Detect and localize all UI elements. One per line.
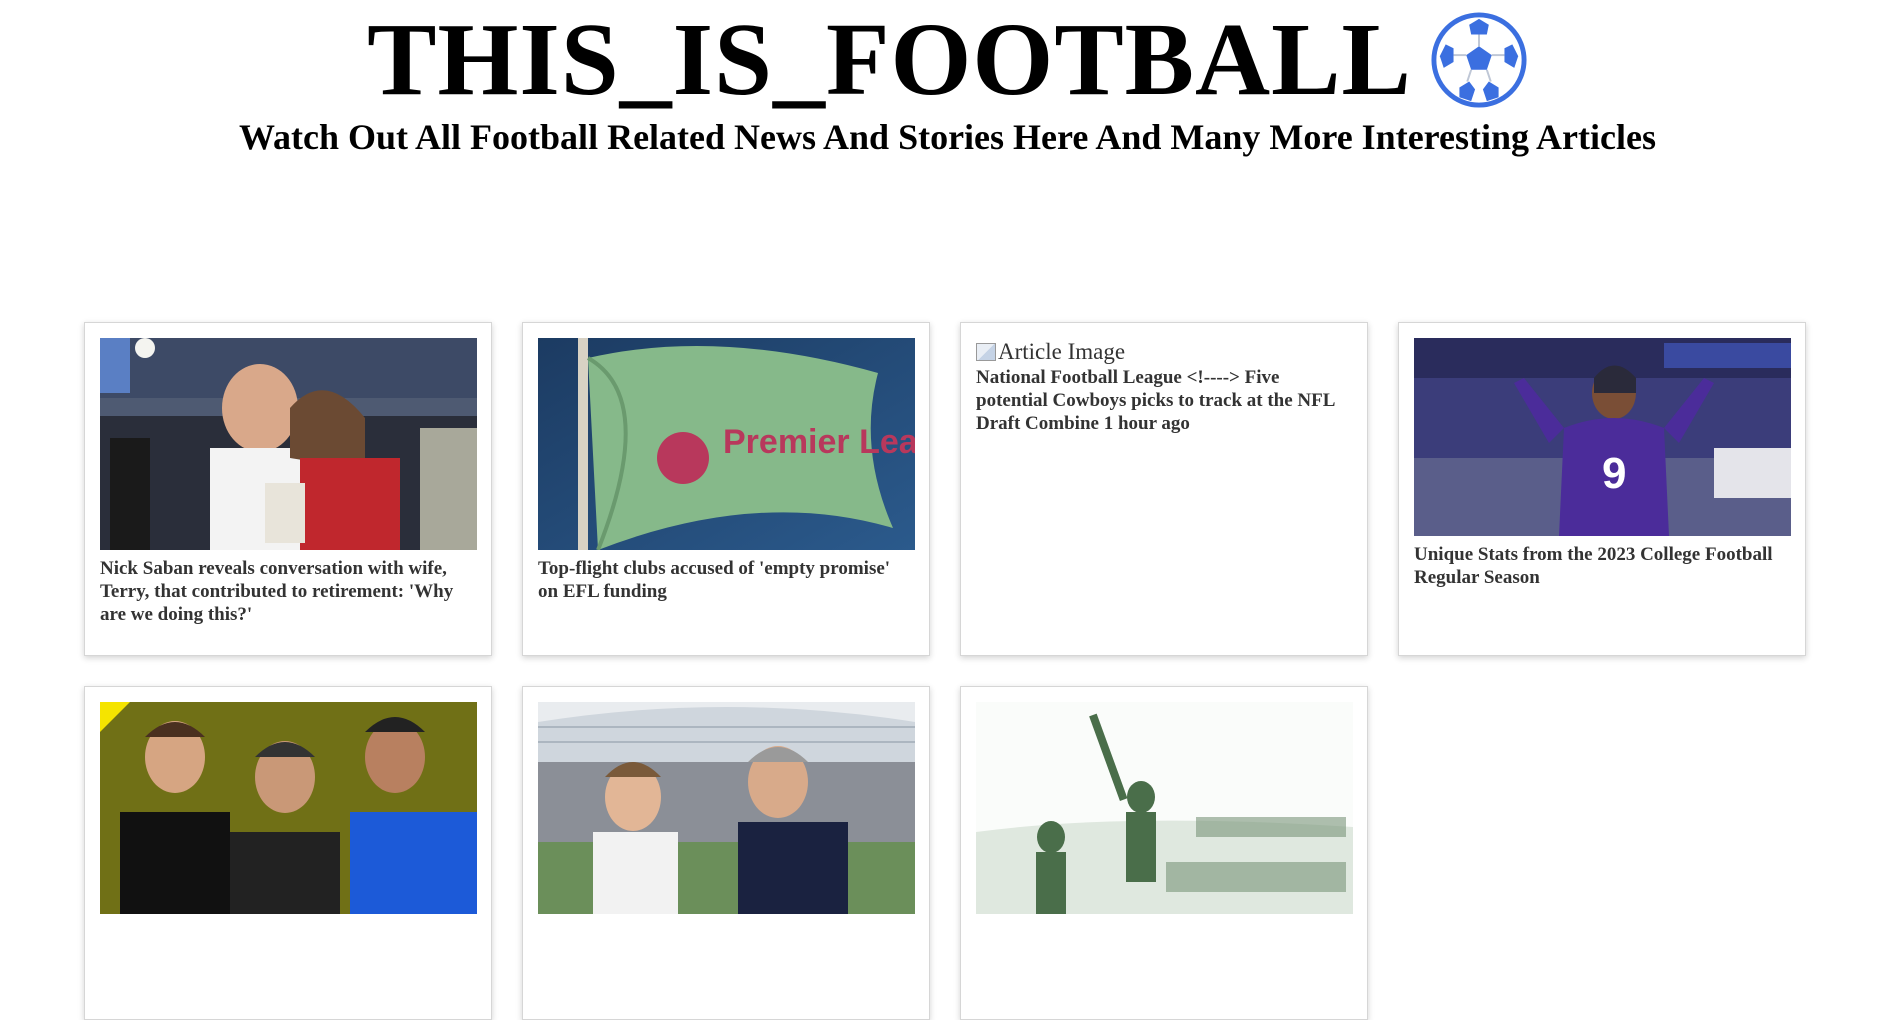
article-grid: Nick Saban reveals conversation with wif… [84, 322, 1806, 1020]
soccer-ball-icon [1430, 11, 1528, 109]
article-image[interactable] [100, 702, 477, 914]
article-title[interactable]: Unique Stats from the 2023 College Footb… [1414, 543, 1790, 589]
flag-text: Premier League [723, 423, 915, 461]
site-header: THIS_IS_FOOTBALL Watch Out All Football … [0, 0, 1895, 158]
article-image[interactable]: Premier League [538, 338, 915, 550]
article-card[interactable] [84, 686, 492, 1020]
site-tagline: Watch Out All Football Related News And … [239, 117, 1656, 157]
article-card[interactable] [522, 686, 930, 1020]
article-image[interactable]: 9 [1414, 338, 1791, 536]
article-title[interactable]: National Football League <!----> Five po… [976, 366, 1352, 435]
article-card[interactable]: Nick Saban reveals conversation with wif… [84, 322, 492, 656]
article-card[interactable]: Article Image National Football League <… [960, 322, 1368, 656]
broken-image-icon [976, 343, 996, 361]
article-card[interactable]: Premier League Top-flight clubs accused … [522, 322, 930, 656]
article-image-alt: Article Image [998, 339, 1126, 364]
jersey-number: 9 [1602, 449, 1626, 498]
article-image[interactable] [976, 702, 1353, 914]
article-title[interactable]: Top-flight clubs accused of 'empty promi… [538, 557, 914, 603]
article-title[interactable]: Nick Saban reveals conversation with wif… [100, 557, 476, 626]
article-card[interactable] [960, 686, 1368, 1020]
article-image[interactable] [538, 702, 915, 914]
site-title: THIS_IS_FOOTBALL [367, 2, 1412, 117]
site-title-row: THIS_IS_FOOTBALL [0, 4, 1895, 116]
article-image-broken[interactable]: Article Image [976, 338, 1352, 366]
article-card[interactable]: 9 Unique Stats from the 2023 College Foo… [1398, 322, 1806, 656]
article-image[interactable] [100, 338, 477, 550]
